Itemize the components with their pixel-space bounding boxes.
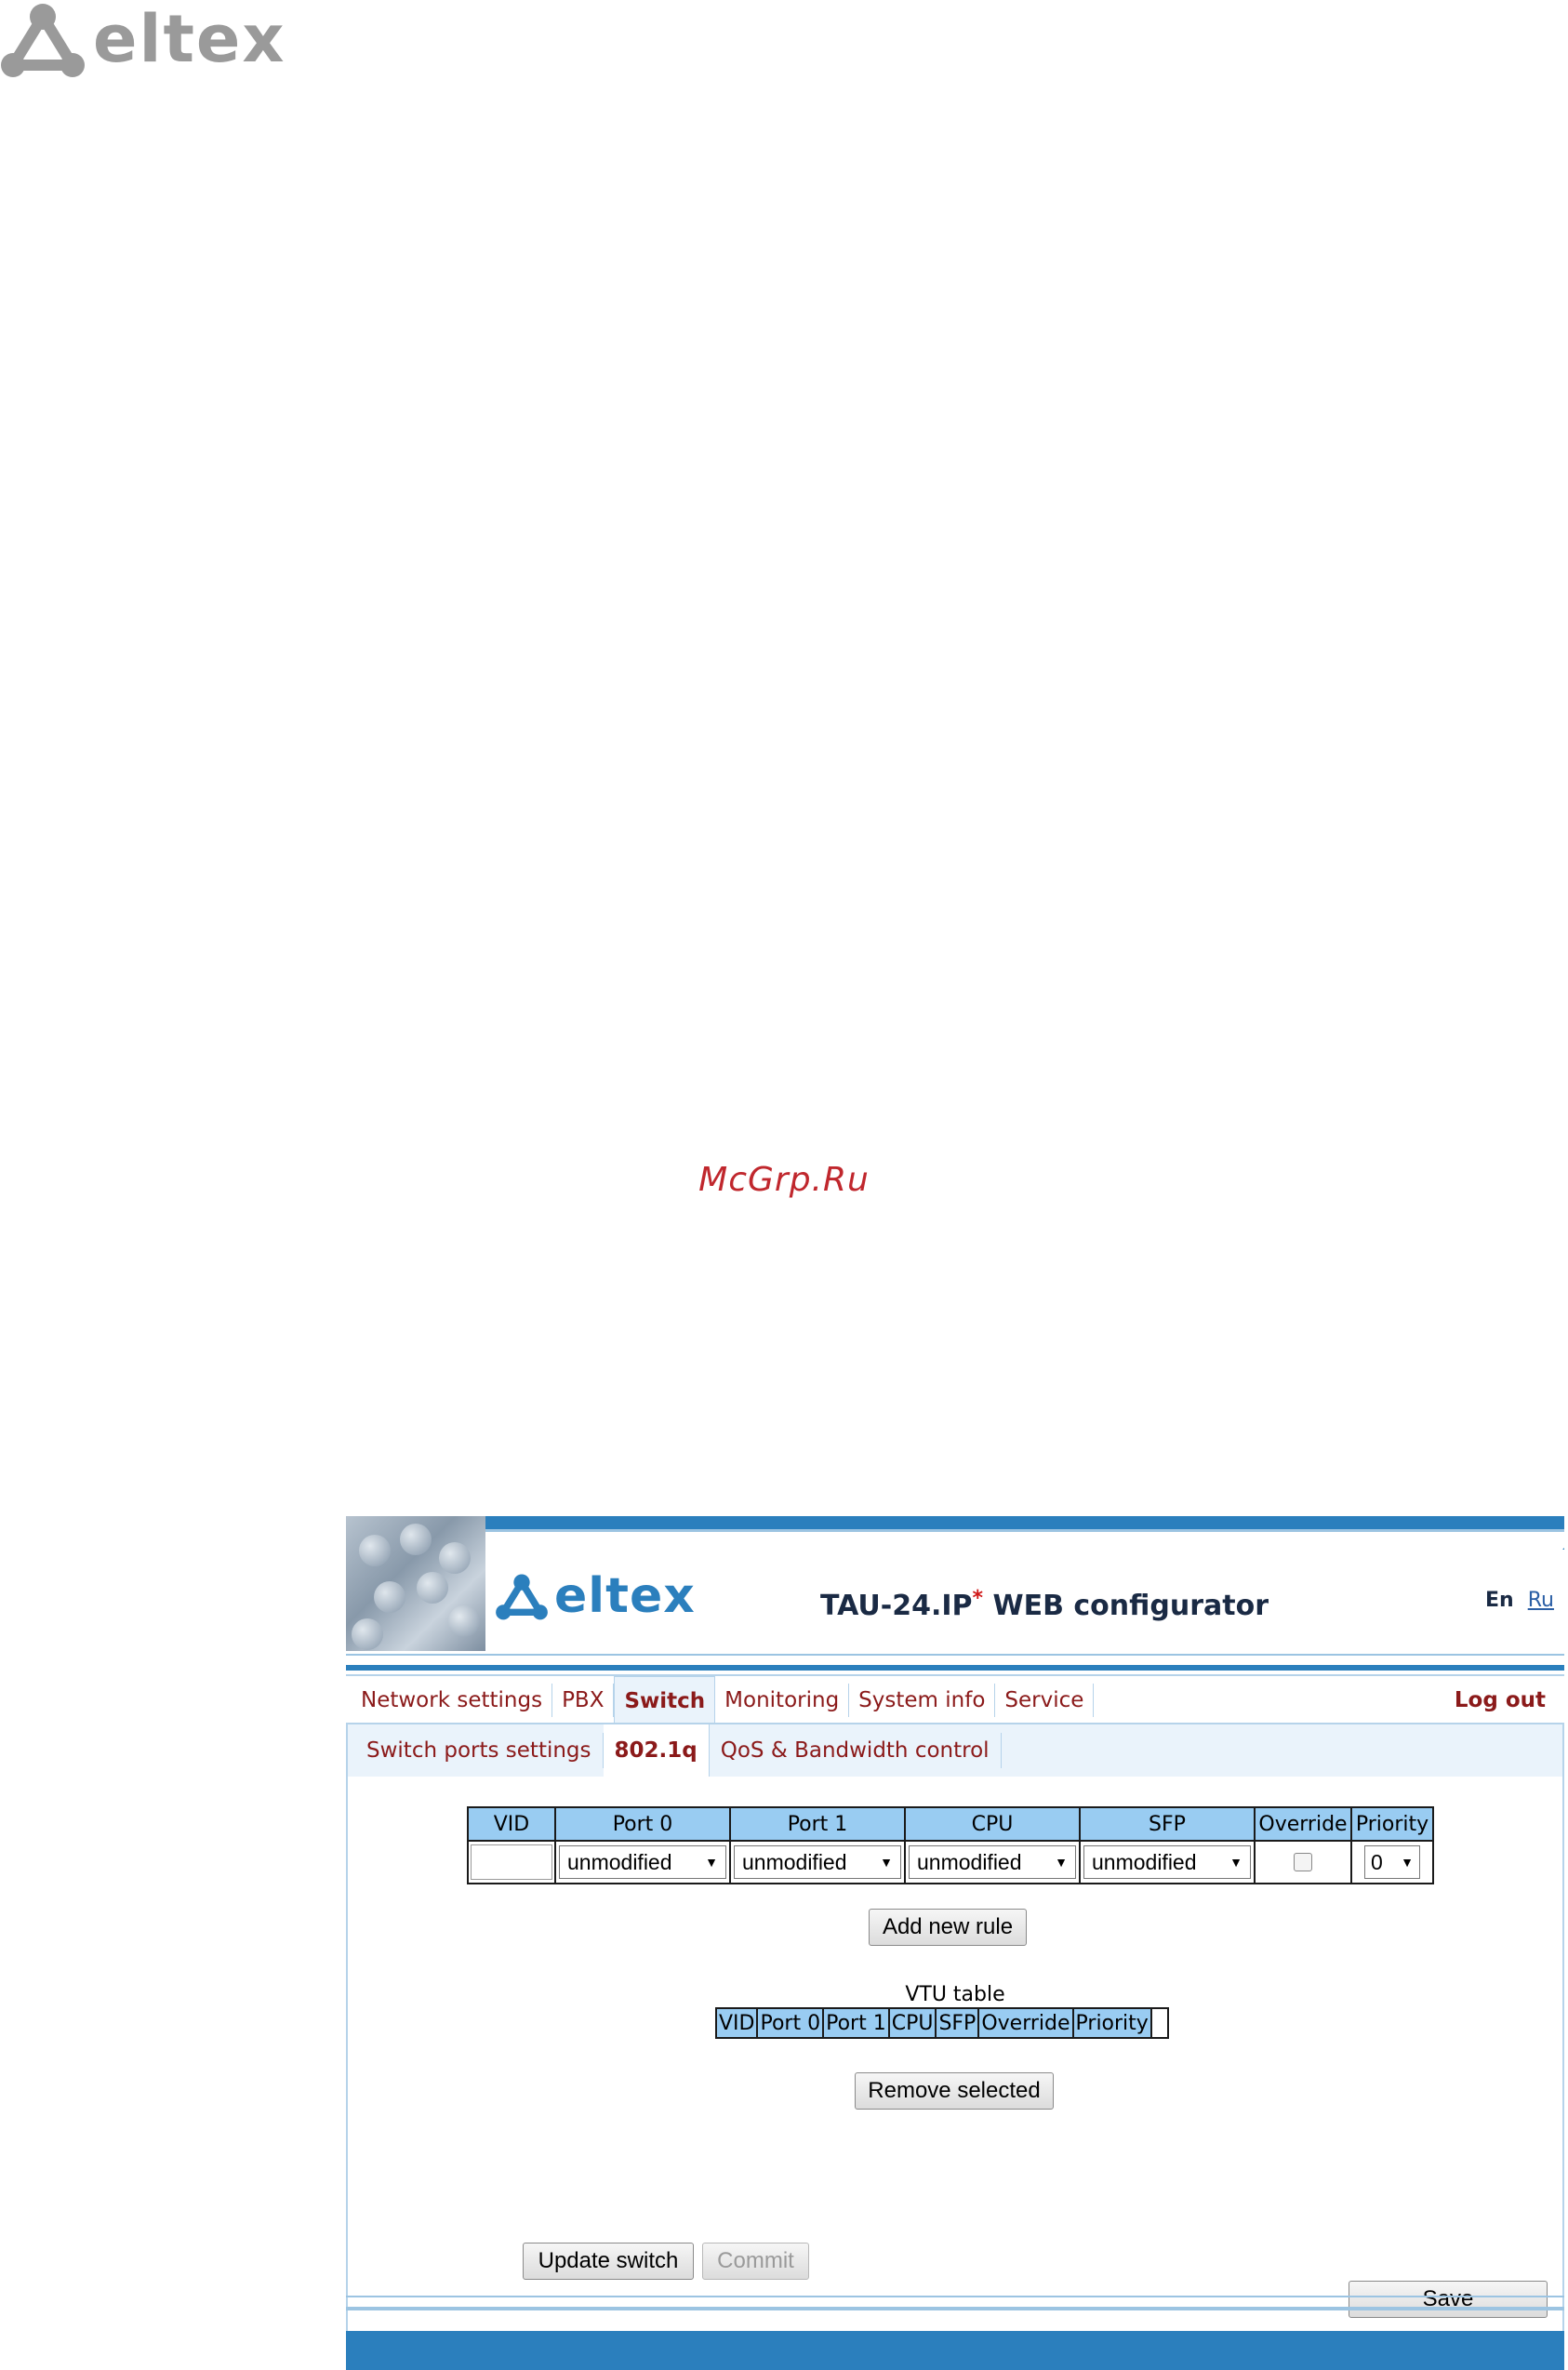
col-override: Override [1254, 1806, 1352, 1842]
col-cpu: CPU [904, 1806, 1081, 1842]
dropdown-arrow-icon: ▼ [1055, 1855, 1068, 1870]
col-port0: Port 0 [554, 1806, 731, 1842]
web-configurator: eltex TAU-24.IP* WEB configurator En Ru … [346, 1516, 1564, 2370]
menu-pbx[interactable]: PBX [552, 1684, 615, 1717]
vid-input[interactable] [471, 1844, 552, 1880]
vtu-col-sfp: SFP [935, 2007, 980, 2039]
new-rule-table: VID Port 0 Port 1 CPU SFP Override Prior… [467, 1806, 1434, 1884]
header-banner: eltex TAU-24.IP* WEB configurator En Ru [346, 1516, 1564, 1674]
page-logo: eltex [0, 0, 286, 78]
save-button[interactable]: Save [1349, 2281, 1548, 2318]
cpu-select[interactable]: unmodified ▼ [909, 1845, 1076, 1879]
logout-link[interactable]: Log out [1455, 1676, 1546, 1724]
menu-service[interactable]: Service [995, 1684, 1095, 1717]
dropdown-arrow-icon: ▼ [705, 1855, 718, 1870]
override-checkbox[interactable] [1294, 1853, 1312, 1872]
language-switcher: En Ru [1485, 1589, 1554, 1612]
vtu-table: VID Port 0 Port 1 CPU SFP Override Prior… [714, 2007, 1169, 2039]
menu-system-info[interactable]: System info [849, 1684, 996, 1717]
vtu-col-select [1149, 2007, 1169, 2039]
main-menu: Network settings PBX Switch Monitoring S… [346, 1674, 1564, 1725]
header-logo: eltex [495, 1568, 696, 1624]
col-vid: VID [467, 1806, 556, 1842]
menu-switch[interactable]: Switch [614, 1675, 716, 1725]
vtu-col-override: Override [977, 2007, 1074, 2039]
dropdown-arrow-icon: ▼ [1401, 1855, 1414, 1870]
sub-tabs: Switch ports settings 802.1q QoS & Bandw… [348, 1724, 1562, 1777]
col-priority: Priority [1350, 1806, 1434, 1842]
eltex-triangle-logo-icon [1, 4, 85, 77]
tab-switch-ports-settings[interactable]: Switch ports settings [348, 1733, 604, 1768]
tab-qos-bandwidth[interactable]: QoS & Bandwidth control [710, 1733, 1002, 1768]
header-photo [346, 1516, 485, 1651]
port0-select[interactable]: unmodified ▼ [559, 1845, 726, 1879]
vtu-col-cpu: CPU [887, 2007, 937, 2039]
vtu-col-port0: Port 0 [756, 2007, 825, 2039]
commit-button[interactable]: Commit [702, 2243, 809, 2280]
dropdown-arrow-icon: ▼ [880, 1855, 893, 1870]
dropdown-arrow-icon: ▼ [1229, 1855, 1242, 1870]
col-sfp: SFP [1079, 1806, 1256, 1842]
lang-en[interactable]: En [1485, 1589, 1514, 1612]
lang-ru-link[interactable]: Ru [1528, 1589, 1554, 1612]
priority-select[interactable]: 0 ▼ [1364, 1845, 1420, 1879]
tab-802-1q[interactable]: 802.1q [603, 1724, 710, 1777]
vtu-table-caption: VTU table [905, 1983, 1005, 2006]
menu-monitoring[interactable]: Monitoring [715, 1684, 850, 1717]
watermark: McGrp.Ru [698, 1161, 870, 1199]
update-switch-button[interactable]: Update switch [523, 2243, 694, 2280]
col-port1: Port 1 [729, 1806, 906, 1842]
sfp-select[interactable]: unmodified ▼ [1083, 1845, 1251, 1879]
vtu-col-priority: Priority [1071, 2007, 1152, 2039]
add-new-rule-button[interactable]: Add new rule [869, 1909, 1027, 1946]
menu-network-settings[interactable]: Network settings [346, 1684, 553, 1717]
port1-select[interactable]: unmodified ▼ [734, 1845, 901, 1879]
eltex-logo-icon [496, 1574, 548, 1620]
header-logo-text: eltex [554, 1568, 696, 1624]
remove-selected-button[interactable]: Remove selected [855, 2072, 1054, 2110]
page-logo-text: eltex [93, 1, 286, 77]
app-title: TAU-24.IP* WEB configurator [820, 1587, 1269, 1622]
vtu-col-port1: Port 1 [822, 2007, 890, 2039]
vtu-col-vid: VID [714, 2007, 759, 2039]
